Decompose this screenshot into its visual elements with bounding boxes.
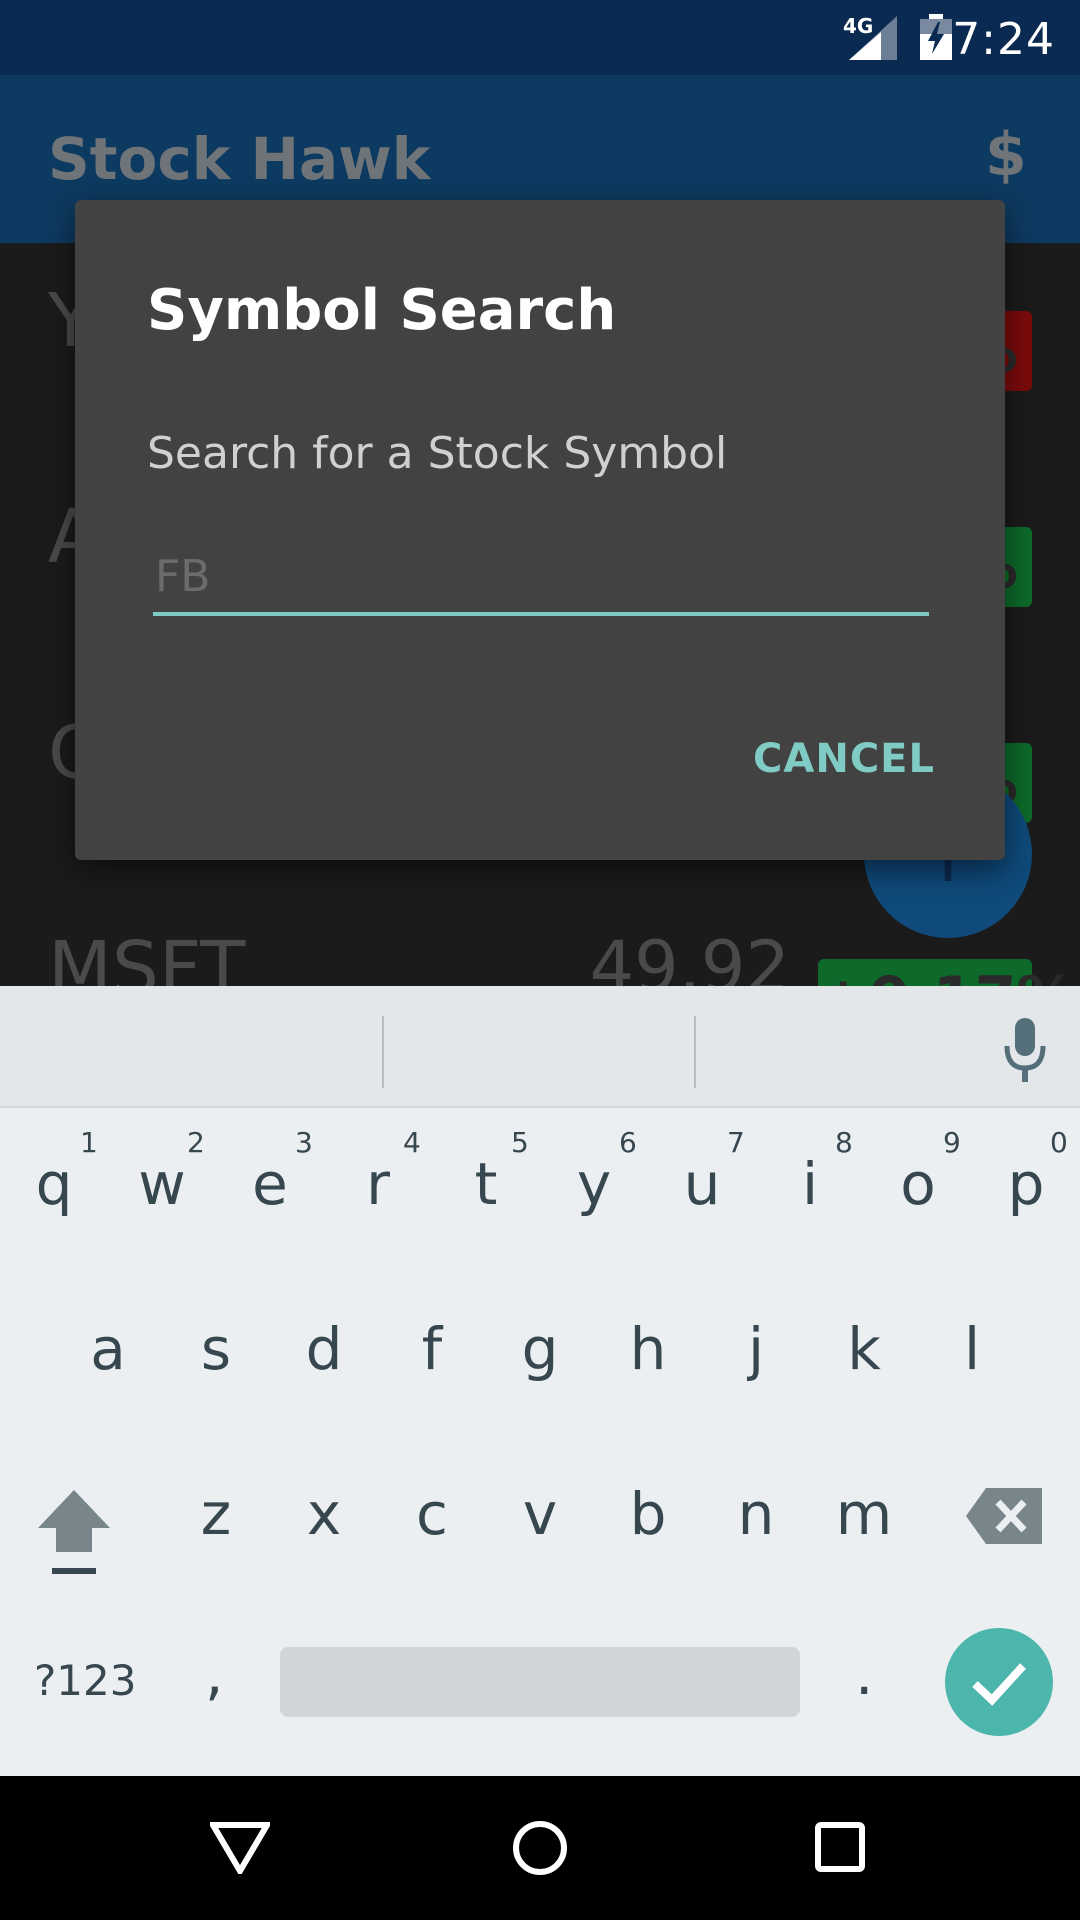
dollar-icon[interactable]: $ <box>985 120 1027 190</box>
key-c[interactable]: c <box>382 1480 482 1548</box>
key-i[interactable]: i <box>760 1150 860 1218</box>
symbol-search-input[interactable] <box>153 540 929 616</box>
back-icon[interactable] <box>210 1822 270 1874</box>
key-m[interactable]: m <box>814 1480 914 1548</box>
suggestion-strip <box>0 986 1080 1108</box>
dialog-message: Search for a Stock Symbol <box>147 428 728 479</box>
signal-icon <box>849 16 897 60</box>
home-icon[interactable] <box>512 1820 568 1876</box>
key-s[interactable]: s <box>166 1315 266 1383</box>
comma-key[interactable]: , <box>205 1640 223 1708</box>
stock-price: 49.92 <box>589 926 790 986</box>
key-p[interactable]: p <box>976 1150 1076 1218</box>
recents-icon[interactable] <box>815 1822 865 1872</box>
key-w[interactable]: w <box>112 1150 212 1218</box>
key-e[interactable]: e <box>220 1150 320 1218</box>
key-r[interactable]: r <box>328 1150 428 1218</box>
key-t[interactable]: t <box>436 1150 536 1218</box>
key-k[interactable]: k <box>814 1315 914 1383</box>
key-z[interactable]: z <box>166 1480 266 1548</box>
key-x[interactable]: x <box>274 1480 374 1548</box>
period-key[interactable]: . <box>855 1640 873 1708</box>
mic-icon[interactable] <box>1000 1016 1050 1086</box>
app-title: Stock Hawk <box>48 125 431 193</box>
key-g[interactable]: g <box>490 1315 590 1383</box>
navigation-bar <box>0 1776 1080 1920</box>
status-bar: 4G 7:24 <box>0 0 1080 75</box>
key-a[interactable]: a <box>58 1315 158 1383</box>
key-o[interactable]: o <box>868 1150 968 1218</box>
key-n[interactable]: n <box>706 1480 806 1548</box>
key-f[interactable]: f <box>382 1315 482 1383</box>
stock-symbol: MSFT <box>48 926 246 986</box>
key-v[interactable]: v <box>490 1480 590 1548</box>
change-badge[interactable]: +0.17% <box>818 959 1076 986</box>
space-key[interactable] <box>280 1647 800 1717</box>
key-y[interactable]: y <box>544 1150 644 1218</box>
key-j[interactable]: j <box>706 1315 806 1383</box>
shift-icon[interactable] <box>34 1488 114 1578</box>
key-q[interactable]: q <box>4 1150 104 1218</box>
checkmark-icon <box>972 1663 1026 1706</box>
status-time: 7:24 <box>952 14 1055 65</box>
suggestion-divider <box>694 1016 696 1088</box>
key-u[interactable]: u <box>652 1150 752 1218</box>
done-key[interactable] <box>945 1628 1053 1736</box>
symbols-key[interactable]: ?123 <box>34 1656 136 1705</box>
battery-charging-icon <box>920 14 952 60</box>
suggestion-divider <box>382 1016 384 1088</box>
key-d[interactable]: d <box>274 1315 374 1383</box>
key-l[interactable]: l <box>922 1315 1022 1383</box>
symbol-search-dialog: Symbol Search Search for a Stock Symbol … <box>75 200 1005 860</box>
key-h[interactable]: h <box>598 1315 698 1383</box>
backspace-icon[interactable] <box>966 1488 1042 1544</box>
cancel-button[interactable]: CANCEL <box>753 736 935 782</box>
dialog-title: Symbol Search <box>147 278 617 343</box>
key-b[interactable]: b <box>598 1480 698 1548</box>
